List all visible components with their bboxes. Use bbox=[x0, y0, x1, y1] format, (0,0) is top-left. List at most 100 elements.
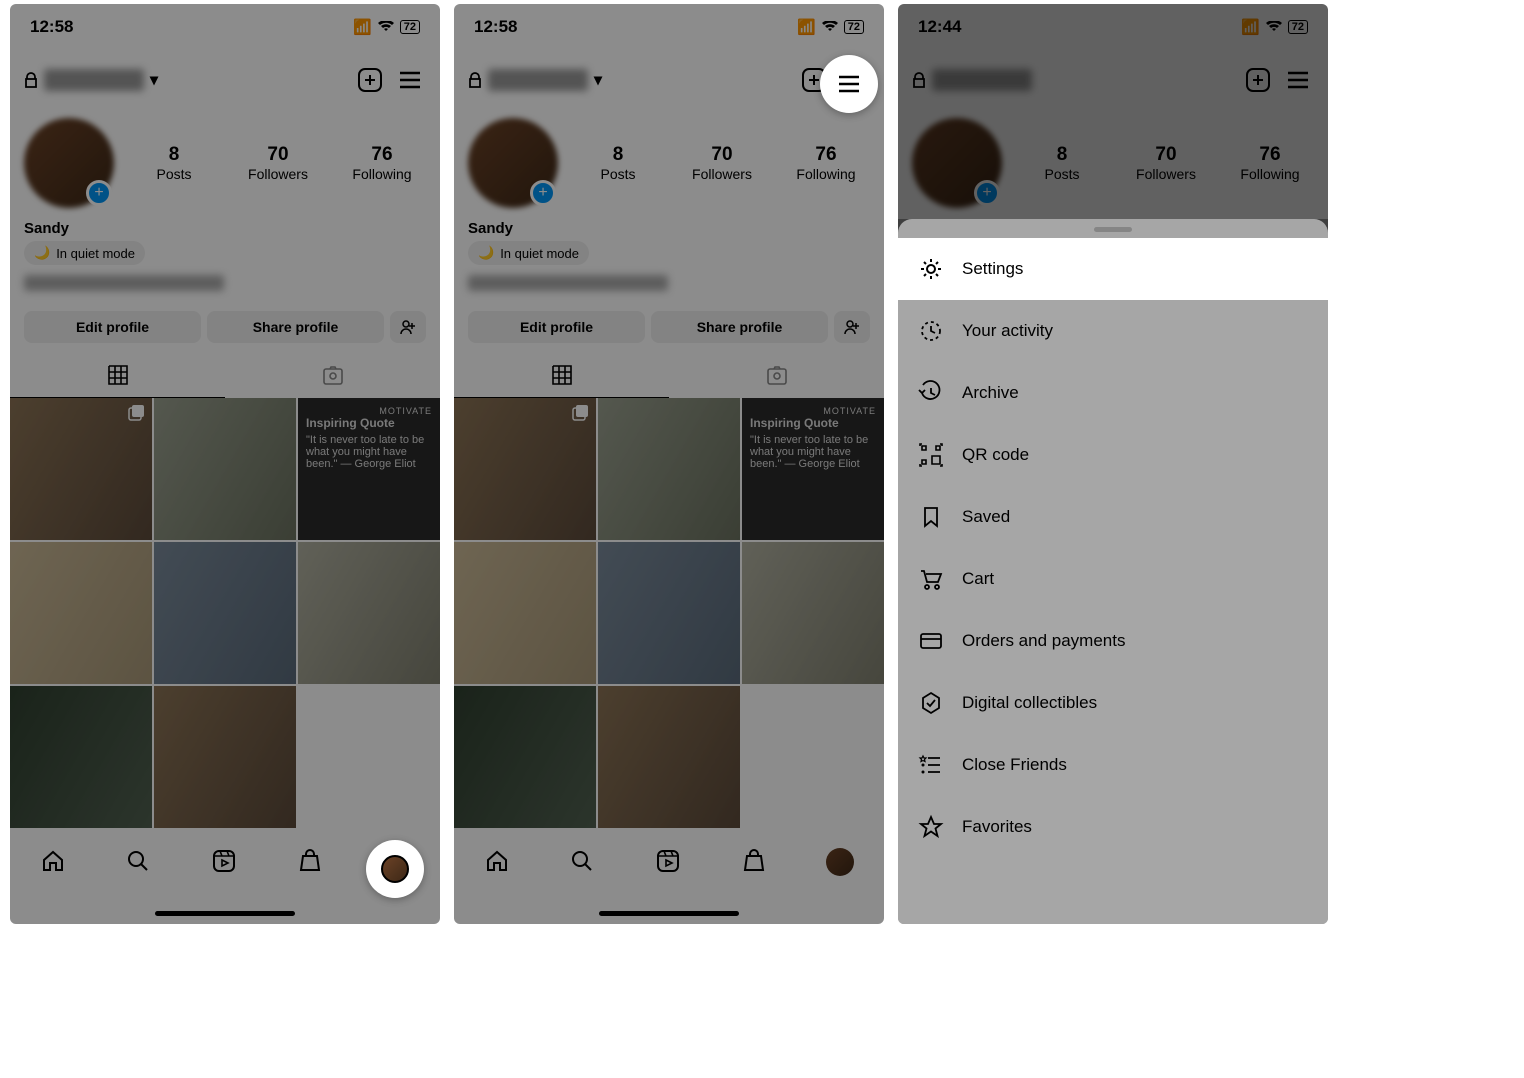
nav-shop-button[interactable] bbox=[297, 848, 323, 874]
following-stat[interactable]: 76Following bbox=[1226, 144, 1314, 182]
menu-saved[interactable]: Saved bbox=[898, 486, 1328, 548]
posts-count: 8 bbox=[130, 144, 218, 166]
post-thumbnail[interactable]: MOTIVATE Inspiring Quote "It is never to… bbox=[298, 398, 440, 540]
post-thumbnail[interactable] bbox=[742, 542, 884, 684]
post-thumbnail[interactable] bbox=[298, 542, 440, 684]
card-icon bbox=[918, 628, 944, 654]
posts-stat[interactable]: 8Posts bbox=[574, 144, 662, 182]
posts-stat[interactable]: 8Posts bbox=[1018, 144, 1106, 182]
post-thumbnail[interactable] bbox=[598, 398, 740, 540]
gear-icon bbox=[918, 256, 944, 282]
following-stat[interactable]: 76 Following bbox=[338, 144, 426, 182]
followers-stat[interactable]: 70Followers bbox=[678, 144, 766, 182]
post-thumbnail[interactable] bbox=[154, 398, 296, 540]
add-story-button[interactable]: + bbox=[530, 180, 556, 206]
post-thumbnail[interactable] bbox=[598, 542, 740, 684]
add-story-button[interactable]: + bbox=[86, 180, 112, 206]
status-time: 12:58 bbox=[474, 17, 517, 37]
menu-favorites[interactable]: Favorites bbox=[898, 796, 1328, 858]
menu-archive[interactable]: Archive bbox=[898, 362, 1328, 424]
quiet-mode-label: In quiet mode bbox=[56, 246, 135, 261]
discover-people-button[interactable] bbox=[390, 311, 426, 343]
grid-tab[interactable] bbox=[10, 353, 225, 398]
status-indicators: 📶 72 bbox=[353, 18, 420, 36]
nav-reels-button[interactable] bbox=[211, 848, 237, 874]
signal-icon: 📶 bbox=[1241, 18, 1260, 36]
menu-label: QR code bbox=[962, 445, 1029, 465]
post-thumbnail[interactable] bbox=[10, 398, 152, 540]
username-dropdown[interactable]: ▾ bbox=[24, 69, 346, 91]
post-thumbnail[interactable]: MOTIVATE Inspiring Quote "It is never to… bbox=[742, 398, 884, 540]
post-thumbnail[interactable] bbox=[154, 542, 296, 684]
nav-reels-button[interactable] bbox=[655, 848, 681, 874]
nav-search-button[interactable] bbox=[125, 848, 151, 874]
menu-settings-highlight[interactable]: Settings bbox=[898, 238, 1328, 300]
edit-profile-button[interactable]: Edit profile bbox=[468, 311, 645, 343]
battery-icon: 72 bbox=[400, 20, 420, 34]
following-stat[interactable]: 76Following bbox=[782, 144, 870, 182]
followers-label: Followers bbox=[234, 166, 322, 182]
post-thumbnail[interactable] bbox=[454, 686, 596, 828]
edit-profile-button[interactable]: Edit profile bbox=[24, 311, 201, 343]
nav-home-button[interactable] bbox=[484, 848, 510, 874]
status-bar: 12:58 📶 72 bbox=[454, 4, 884, 50]
menu-close-friends[interactable]: Close Friends bbox=[898, 734, 1328, 796]
share-profile-button[interactable]: Share profile bbox=[207, 311, 384, 343]
nav-search-button[interactable] bbox=[569, 848, 595, 874]
hamburger-menu-button[interactable] bbox=[1282, 64, 1314, 96]
tagged-tab[interactable] bbox=[225, 353, 440, 398]
status-bar: 12:44 📶 72 bbox=[898, 4, 1328, 50]
create-post-button[interactable] bbox=[1242, 64, 1274, 96]
share-profile-button[interactable]: Share profile bbox=[651, 311, 828, 343]
add-story-button[interactable]: + bbox=[974, 180, 1000, 206]
username-dropdown[interactable] bbox=[912, 69, 1234, 91]
grid-tab[interactable] bbox=[454, 353, 669, 398]
followers-stat[interactable]: 70 Followers bbox=[234, 144, 322, 182]
screen-profile: 12:58 📶 72 ▾ + 8 Posts bbox=[10, 4, 440, 924]
post-thumbnail[interactable] bbox=[454, 398, 596, 540]
moon-icon: 🌙 bbox=[34, 245, 50, 261]
post-thumbnail[interactable] bbox=[10, 542, 152, 684]
username-blurred bbox=[932, 69, 1032, 91]
profile-tabs bbox=[10, 353, 440, 398]
menu-label: Settings bbox=[962, 259, 1023, 279]
profile-stats: + 8 Posts 70 Followers 76 Following bbox=[10, 110, 440, 212]
menu-your-activity[interactable]: Your activity bbox=[898, 300, 1328, 362]
menu-label: Cart bbox=[962, 569, 994, 589]
display-name: Sandy bbox=[454, 212, 884, 239]
battery-icon: 72 bbox=[1288, 20, 1308, 34]
sheet-handle[interactable] bbox=[1094, 227, 1132, 232]
post-thumbnail[interactable] bbox=[598, 686, 740, 828]
menu-label: Your activity bbox=[962, 321, 1053, 341]
quiet-mode-badge[interactable]: 🌙 In quiet mode bbox=[24, 241, 145, 265]
following-label: Following bbox=[338, 166, 426, 182]
post-thumbnail[interactable] bbox=[154, 686, 296, 828]
menu-bottom-sheet: Settings Your activity Archive QR code S… bbox=[898, 219, 1328, 924]
profile-actions: Edit profile Share profile bbox=[10, 301, 440, 353]
nav-home-button[interactable] bbox=[40, 848, 66, 874]
discover-people-button[interactable] bbox=[834, 311, 870, 343]
menu-cart[interactable]: Cart bbox=[898, 548, 1328, 610]
home-indicator bbox=[599, 911, 739, 916]
nav-profile-button[interactable] bbox=[826, 848, 854, 876]
nav-shop-button[interactable] bbox=[741, 848, 767, 874]
hamburger-menu-button[interactable] bbox=[394, 64, 426, 96]
post-thumbnail[interactable] bbox=[10, 686, 152, 828]
highlight-hamburger bbox=[820, 55, 878, 113]
username-blurred bbox=[488, 69, 588, 91]
create-post-button[interactable] bbox=[354, 64, 386, 96]
menu-digital-collectibles[interactable]: Digital collectibles bbox=[898, 672, 1328, 734]
status-indicators: 📶 72 bbox=[1241, 18, 1308, 36]
qr-icon bbox=[918, 442, 944, 468]
tagged-tab[interactable] bbox=[669, 353, 884, 398]
menu-qr-code[interactable]: QR code bbox=[898, 424, 1328, 486]
quiet-mode-badge[interactable]: 🌙In quiet mode bbox=[468, 241, 589, 265]
post-thumbnail[interactable] bbox=[454, 542, 596, 684]
screen-profile-menu-highlight: 12:58 📶 72 ▾ + 8Posts 70Followers 76Foll… bbox=[454, 4, 884, 924]
lock-icon bbox=[468, 72, 482, 88]
followers-stat[interactable]: 70Followers bbox=[1122, 144, 1210, 182]
posts-stat[interactable]: 8 Posts bbox=[130, 144, 218, 182]
chevron-down-icon: ▾ bbox=[150, 70, 158, 90]
username-dropdown[interactable]: ▾ bbox=[468, 69, 790, 91]
menu-orders-payments[interactable]: Orders and payments bbox=[898, 610, 1328, 672]
